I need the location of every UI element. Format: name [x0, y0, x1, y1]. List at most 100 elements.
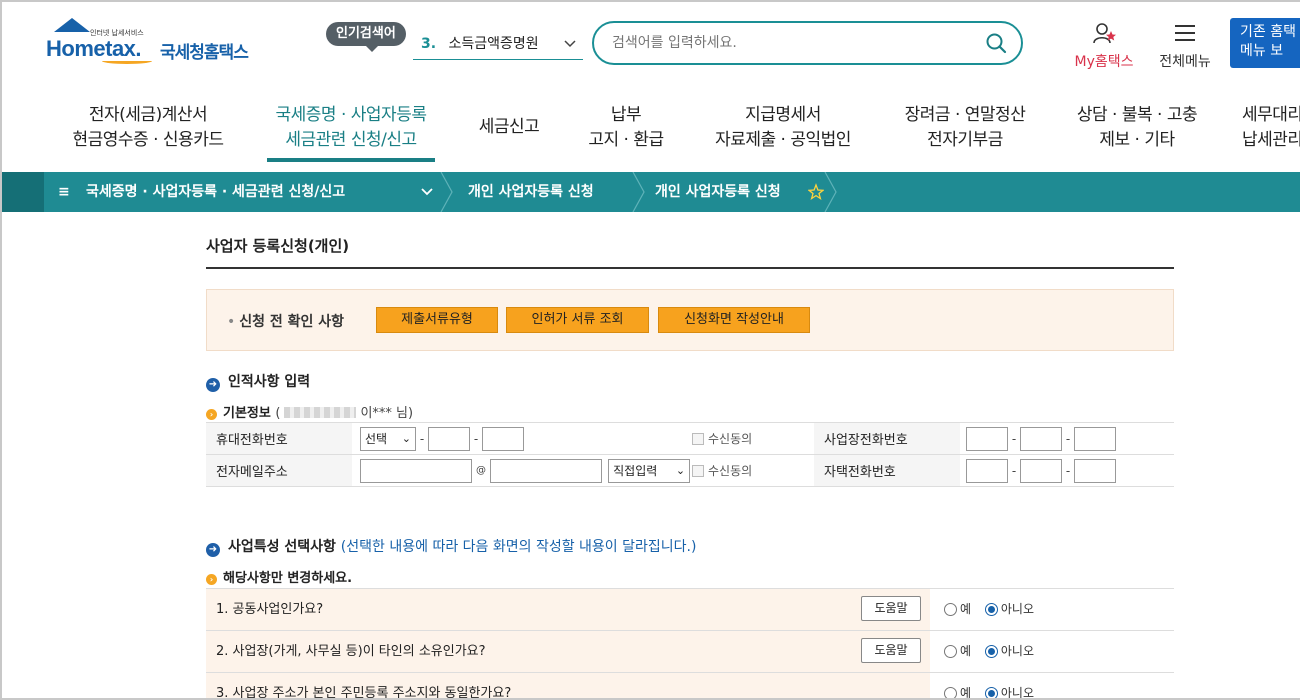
all-menu-button[interactable]: 전체메뉴 — [1152, 22, 1218, 71]
search-box — [592, 21, 1023, 65]
help-button[interactable]: 도움말 — [861, 638, 921, 663]
business-questions-table: 1. 공동사업인가요? 도움말 예 아니오 2. 사업장(가게, 사무실 등)이… — [206, 588, 1174, 700]
breadcrumb-separator-icon — [440, 171, 454, 213]
gnb-item-line2: 현금영수증 · 신용카드 — [72, 130, 224, 150]
mobile-phone-cell: 선택 ⌄ - - — [352, 422, 692, 455]
popular-search-term: 소득금액증명원 — [448, 36, 539, 52]
yes-radio[interactable] — [944, 687, 957, 698]
home-phone-area-input[interactable] — [966, 458, 1008, 483]
gnb-item-line2: 세금관련 신청/신고 — [285, 130, 417, 150]
no-radio[interactable] — [984, 687, 998, 698]
yes-radio[interactable] — [944, 603, 957, 616]
yes-radio[interactable] — [944, 645, 957, 658]
breadcrumb-level1[interactable]: 국세증명 · 사업자등록 · 세금관련 신청/신고 — [86, 172, 345, 212]
popular-search-badge: 인기검색어 — [326, 22, 406, 52]
user-name: 이*** 님) — [360, 406, 414, 421]
popular-search-select[interactable]: 3. 소득금액증명원 — [413, 28, 583, 60]
chevron-down-icon: ⌄ — [401, 431, 411, 445]
gnb-item-payment-statement[interactable]: 지급명세서 자료제출 · 공익법인 — [702, 103, 864, 153]
no-radio[interactable] — [984, 603, 998, 616]
pre-application-check-label: • 신청 전 확인 사항 — [227, 311, 344, 331]
dash: - — [473, 431, 479, 446]
mobile-mid-input[interactable] — [428, 426, 470, 451]
table-row: 2. 사업장(가게, 사무실 등)이 타인의 소유인가요? 도움말 예 아니오 — [206, 630, 1174, 672]
masked-text — [284, 407, 357, 418]
user-star-icon — [1091, 23, 1117, 48]
screen-guide-button[interactable]: 신청화면 작성안내 — [658, 307, 810, 333]
gnb-item-consultation[interactable]: 상담 · 불복 · 고충 제보 · 기타 — [1064, 103, 1210, 153]
email-id-input[interactable] — [360, 458, 472, 483]
breadcrumb-left-block — [2, 172, 44, 212]
email-label: 전자메일주소 — [206, 454, 352, 487]
mobile-last-input[interactable] — [482, 426, 524, 451]
change-only-text: 해당사항만 변경하세요. — [223, 571, 353, 586]
logo-swoosh-icon — [102, 58, 152, 64]
gnb-item-payment[interactable]: 납부 고지 · 환급 — [576, 103, 676, 153]
home-phone-mid-input[interactable] — [1020, 458, 1062, 483]
all-menu-label: 전체메뉴 — [1159, 54, 1211, 70]
email-domain-select[interactable]: 직접입력 ⌄ — [608, 458, 691, 483]
chevron-down-icon — [563, 28, 577, 72]
dash: - — [1065, 431, 1071, 446]
yes-label: 예 — [960, 644, 972, 658]
email-cell: @ 직접입력 ⌄ — [352, 454, 692, 487]
search-input[interactable] — [612, 33, 972, 53]
legacy-hometax-button[interactable]: 기존 홈택 메뉴 보 — [1230, 18, 1300, 68]
my-hometax-label: My홈택스 — [1074, 54, 1134, 70]
gnb-item-line1: 국세증명 · 사업자등록 — [275, 105, 427, 125]
gnb-item-certificates[interactable]: 국세증명 · 사업자등록 세금관련 신청/신고 — [264, 103, 438, 153]
business-phone-cell: -- — [960, 422, 1174, 455]
basic-info-text: 기본정보 — [223, 406, 271, 421]
my-hometax-button[interactable]: My홈택스 — [1068, 22, 1140, 71]
business-phone-last-input[interactable] — [1074, 426, 1116, 451]
breadcrumb-level2[interactable]: 개인 사업자등록 신청 — [468, 172, 594, 212]
chevron-down-icon[interactable] — [420, 172, 434, 212]
help-button[interactable]: 도움말 — [861, 596, 921, 621]
hometax-logo[interactable]: 인터넷 납세서비스 Hometax. 국세청홈택스 — [46, 18, 266, 72]
gnb-active-indicator — [267, 158, 435, 162]
page-frame: 인터넷 납세서비스 Hometax. 국세청홈택스 인기검색어 3. 소득금액증… — [0, 0, 1300, 700]
gnb-item-line2: 납세관리 — [1242, 130, 1300, 150]
home-phone-last-input[interactable] — [1074, 458, 1116, 483]
favorite-star-icon[interactable] — [807, 172, 825, 212]
breadcrumb-menu-icon[interactable]: ≡ — [58, 172, 70, 212]
user-info-paren: ( — [275, 406, 281, 421]
question-text: 1. 공동사업인가요? — [206, 589, 930, 630]
business-phone-label: 사업장전화번호 — [814, 422, 960, 455]
change-only-heading: › 해당사항만 변경하세요. — [206, 567, 352, 586]
chevron-down-icon: ⌄ — [675, 463, 686, 477]
logo-roof-icon — [54, 18, 90, 32]
business-heading-text: 사업특성 선택사항 — [228, 539, 336, 555]
business-phone-mid-input[interactable] — [1020, 426, 1062, 451]
business-phone-area-input[interactable] — [966, 426, 1008, 451]
gnb-item-e-invoice[interactable]: 전자(세금)계산서 현금영수증 · 신용카드 — [64, 103, 232, 153]
identity-heading-text: 인적사항 입력 — [228, 374, 311, 390]
submission-docs-button[interactable]: 제출서류유형 — [376, 307, 498, 333]
gnb-item-incentive[interactable]: 장려금 · 연말정산 전자기부금 — [890, 103, 1040, 153]
sms-consent-label: 수신동의 — [708, 432, 753, 446]
no-radio[interactable] — [984, 645, 998, 658]
email-domain-input[interactable] — [490, 458, 602, 483]
gnb-item-line1: 세금신고 — [478, 117, 540, 137]
gnb-item-tax-report[interactable]: 세금신고 — [468, 115, 550, 140]
sms-consent-checkbox[interactable] — [692, 432, 704, 445]
pre-application-check-box: • 신청 전 확인 사항 제출서류유형 인허가 서류 조회 신청화면 작성안내 — [206, 289, 1174, 351]
gnb-item-tax-agent[interactable]: 세무대리 납세관리 — [1242, 103, 1300, 153]
gnb-item-line1: 장려금 · 연말정산 — [904, 105, 1026, 125]
search-icon[interactable] — [985, 32, 1007, 54]
email-consent-checkbox[interactable] — [692, 464, 704, 477]
mobile-prefix-select[interactable]: 선택 ⌄ — [360, 426, 416, 451]
radio-group: 예 아니오 — [944, 673, 1044, 700]
user-info: ( 이*** 님) — [275, 406, 413, 421]
logo-korean-text: 국세청홈택스 — [160, 43, 249, 63]
business-section-heading: ➜ 사업특성 선택사항 (선택한 내용에 따라 다음 화면의 작성할 내용이 달라… — [206, 536, 696, 557]
dash: - — [1065, 463, 1071, 478]
legacy-line1: 기존 홈택 — [1240, 24, 1296, 40]
no-label: 아니오 — [1000, 686, 1034, 700]
radio-group: 예 아니오 — [944, 631, 1044, 672]
main-navigation: 전자(세금)계산서 현금영수증 · 신용카드 국세증명 · 사업자등록 세금관련… — [2, 87, 1300, 172]
permit-docs-lookup-button[interactable]: 인허가 서류 조회 — [506, 307, 649, 333]
email-consent-label: 수신동의 — [708, 464, 753, 478]
gnb-item-line1: 세무대리 — [1242, 105, 1300, 125]
at-sign: @ — [476, 465, 486, 476]
